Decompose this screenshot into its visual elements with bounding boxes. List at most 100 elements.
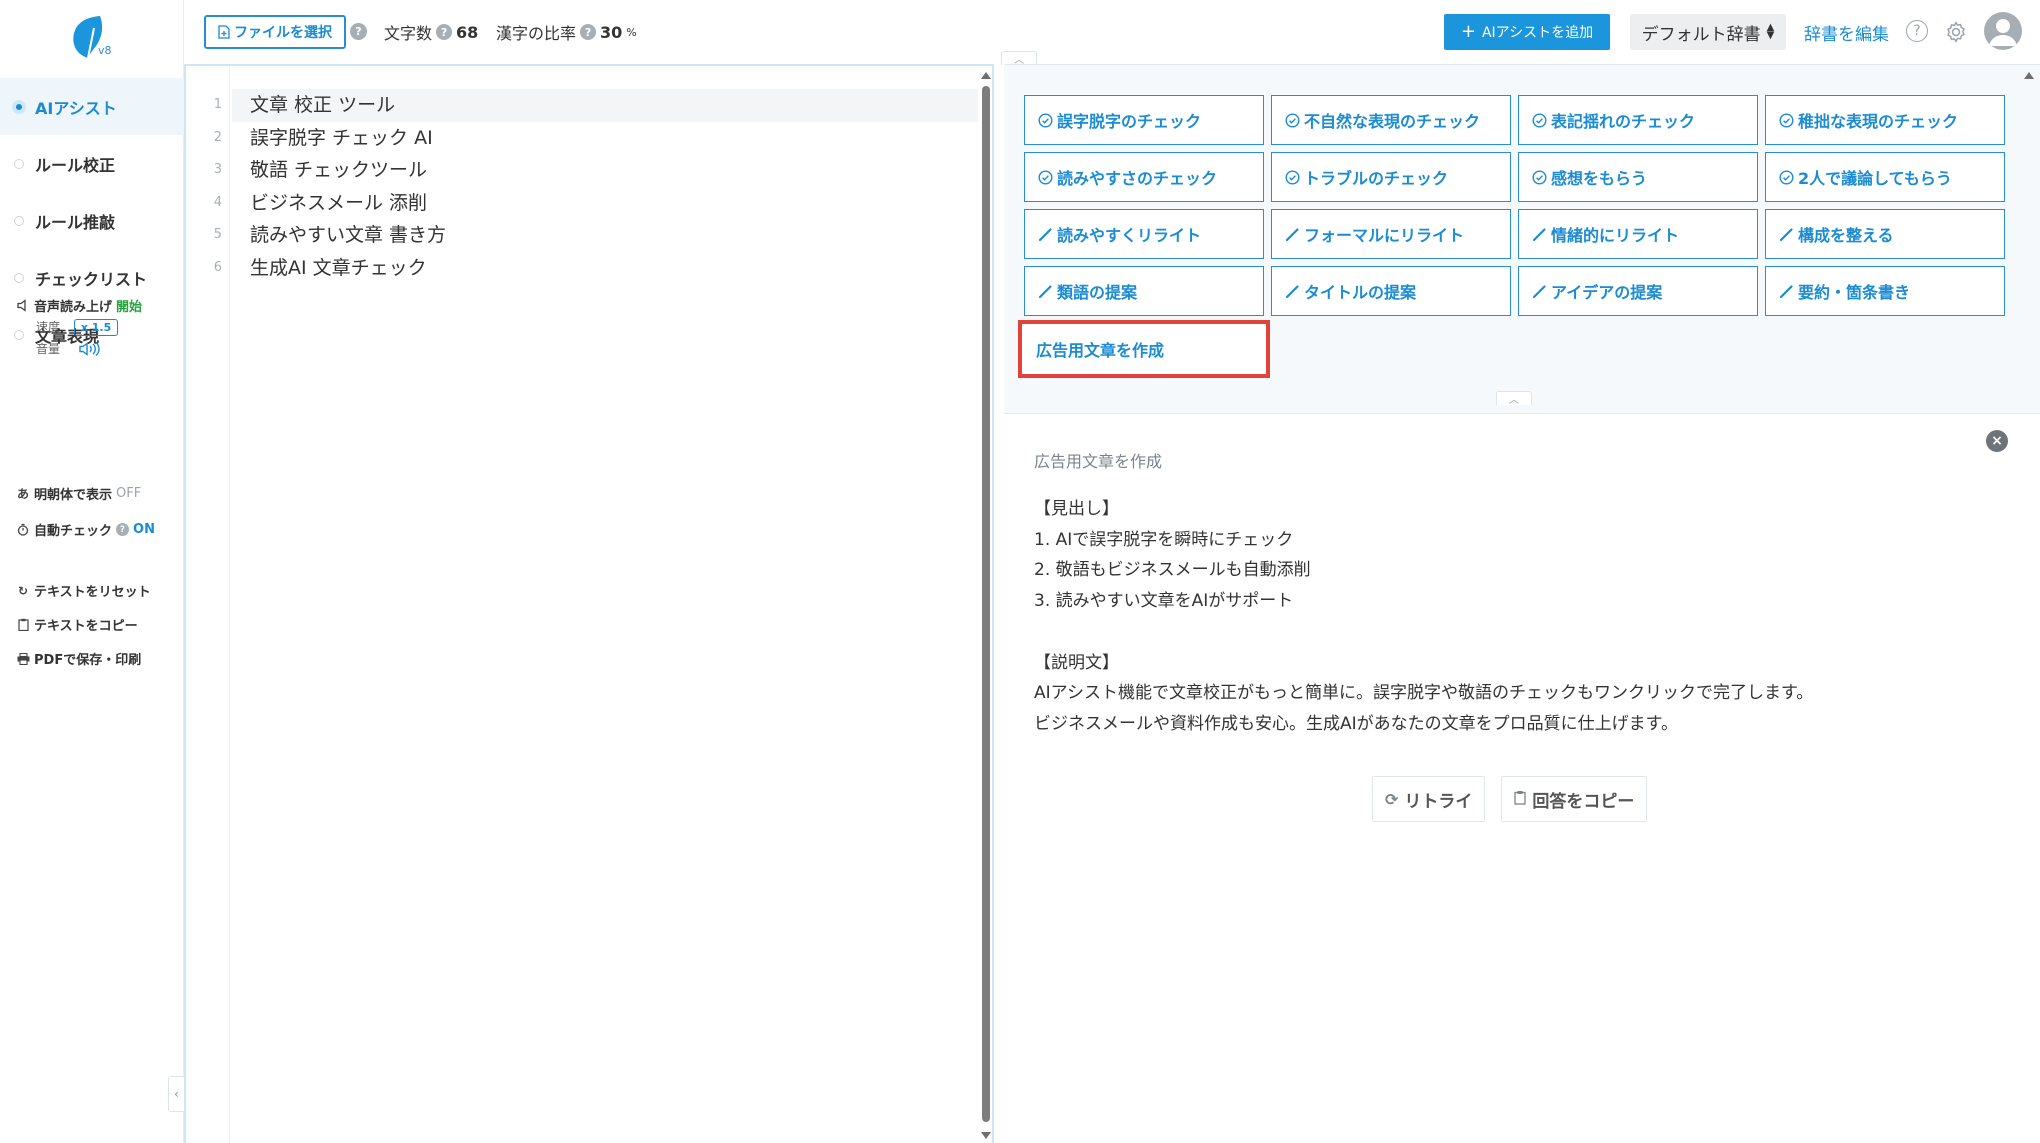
scroll-thumb[interactable] — [982, 86, 990, 1122]
reset-text-button[interactable]: ↻ テキストをリセット — [16, 581, 151, 601]
result-text: 【見出し】 1. AIで誤字脱字を瞬時にチェック 2. 敬語もビジネスメールも自動添… — [1034, 494, 1994, 740]
add-ai-assist-button[interactable]: + AIアシストを追加 — [1444, 14, 1610, 50]
sidebar-item-label: ルール校正 — [35, 155, 116, 175]
sidebar-collapse-button[interactable]: ‹ — [168, 1076, 184, 1112]
file-select-button[interactable]: ファイルを選択 — [204, 15, 346, 49]
editor-content[interactable]: 文章 校正 ツール 誤字脱字 チェック AI 敬語 チェックツール ビジネスメール 添… — [232, 89, 978, 284]
mincho-option[interactable]: あ 明朝体で表示 OFF — [16, 484, 141, 503]
line-number-gutter: 1 2 3 4 5 6 — [186, 66, 230, 1143]
reset-text-label: テキストをリセット — [34, 585, 151, 600]
file-help-icon[interactable]: ? — [350, 23, 367, 40]
scroll-up-arrow-icon[interactable] — [981, 72, 991, 79]
result-line: 2. 敬語もビジネスメールも自動添削 — [1034, 560, 1311, 581]
assist-button-label: 不自然な表現のチェック — [1304, 112, 1481, 131]
voice-start-link[interactable]: 開始 — [116, 296, 142, 315]
help-icon[interactable]: ? — [116, 523, 130, 536]
assist-button-9[interactable]: フォーマルにリライト — [1271, 209, 1511, 259]
pencil-icon — [1037, 226, 1053, 242]
speed-badge[interactable]: x 1.5 — [73, 319, 119, 336]
check-circle-icon — [1531, 112, 1547, 128]
result-line: 3. 読みやすい文章をAIがサポート — [1034, 591, 1294, 612]
editor-line[interactable]: 生成AI 文章チェック — [232, 252, 978, 285]
pdf-print-label: PDFで保存・印刷 — [34, 653, 142, 668]
sidebar-item-label: ルール推敲 — [35, 212, 116, 232]
result-title: 広告用文章を作成 — [1034, 452, 1163, 471]
ai-result-panel: 広告用文章を作成 × 【見出し】 1. AIで誤字脱字を瞬時にチェック 2. 敬語も… — [1004, 414, 2040, 1143]
assist-button-1[interactable]: 不自然な表現のチェック — [1271, 95, 1511, 145]
copy-text-button[interactable]: テキストをコピー — [16, 615, 138, 634]
char-count-label: 文字数 — [384, 24, 433, 43]
assist-panel-collapse-button[interactable]: ︿ — [1001, 51, 1037, 66]
help-icon[interactable]: ? — [1906, 20, 1928, 42]
sidebar-item-0[interactable]: AIアシスト — [0, 78, 184, 135]
assist-button-label: 要約・箇条書き — [1798, 283, 1911, 302]
editor-line[interactable]: 文章 校正 ツール — [232, 89, 978, 122]
edit-dictionary-link[interactable]: 辞書を編集 — [1804, 20, 1889, 45]
line-number: 5 — [213, 227, 222, 242]
assist-button-label: フォーマルにリライト — [1304, 226, 1465, 245]
clipboard-icon — [1514, 790, 1527, 809]
assist-button-label: 表記揺れのチェック — [1551, 112, 1696, 131]
voice-read-option[interactable]: 音声読み上げ 開始 — [16, 296, 142, 315]
char-count-help-icon[interactable]: ? — [436, 24, 453, 40]
assist-button-16[interactable]: 広告用文章を作成 — [1018, 320, 1270, 378]
sidebar-item-2[interactable]: ルール推敲 — [0, 192, 184, 249]
retry-button[interactable]: ⟳ リトライ — [1372, 776, 1486, 822]
assist-button-5[interactable]: トラブルのチェック — [1271, 152, 1511, 202]
scroll-down-arrow-icon[interactable] — [981, 1132, 991, 1139]
editor-line[interactable]: ビジネスメール 添削 — [232, 187, 978, 220]
chevron-up-icon: ︿ — [1509, 395, 1519, 406]
assist-button-label: 情緒的にリライト — [1551, 226, 1680, 245]
editor-line[interactable]: 敬語 チェックツール — [232, 154, 978, 187]
result-line — [1034, 617, 1994, 648]
logo-version: v8 — [98, 44, 112, 57]
editor-line[interactable]: 誤字脱字 チェック AI — [232, 122, 978, 155]
file-select-label: ファイルを選択 — [234, 25, 332, 41]
assist-button-15[interactable]: 要約・箇条書き — [1765, 266, 2005, 316]
auto-check-option[interactable]: 自動チェック ? ON — [16, 520, 155, 539]
pencil-icon — [1778, 283, 1794, 299]
assist-button-0[interactable]: 誤字脱字のチェック — [1024, 95, 1264, 145]
copy-text-label: テキストをコピー — [34, 619, 138, 634]
sidebar-item-1[interactable]: ルール校正 — [0, 135, 184, 192]
assist-button-12[interactable]: 類語の提案 — [1024, 266, 1264, 316]
radio-dot-icon — [14, 216, 24, 226]
assist-button-2[interactable]: 表記揺れのチェック — [1518, 95, 1758, 145]
text-editor[interactable]: 1 2 3 4 5 6 文章 校正 ツール 誤字脱字 チェック AI 敬語 チェックツール ビジ… — [184, 64, 994, 1143]
assist-button-11[interactable]: 構成を整える — [1765, 209, 2005, 259]
right-scroll-up-arrow-icon[interactable] — [2024, 72, 2034, 82]
line-number: 3 — [213, 162, 222, 177]
gear-icon[interactable] — [1944, 20, 1968, 44]
assist-button-14[interactable]: アイデアの提案 — [1518, 266, 1758, 316]
volume-icon[interactable] — [78, 341, 104, 357]
speed-label: 速度 — [36, 320, 61, 334]
assist-button-10[interactable]: 情緒的にリライト — [1518, 209, 1758, 259]
assist-button-label: 構成を整える — [1798, 226, 1894, 245]
assist-button-8[interactable]: 読みやすくリライト — [1024, 209, 1264, 259]
result-panel-collapse-button[interactable]: ︿ — [1496, 391, 1532, 406]
mincho-state[interactable]: OFF — [116, 486, 141, 501]
assist-button-13[interactable]: タイトルの提案 — [1271, 266, 1511, 316]
pdf-print-button[interactable]: PDFで保存・印刷 — [16, 649, 141, 668]
editor-scrollbar[interactable] — [978, 66, 992, 1143]
user-avatar[interactable] — [1984, 12, 2022, 50]
assist-button-3[interactable]: 稚拙な表現のチェック — [1765, 95, 2005, 145]
sidebar-item-label: チェックリスト — [35, 269, 148, 289]
dictionary-select[interactable]: デフォルト辞書 ▲ ▼ — [1630, 14, 1786, 50]
assist-button-7[interactable]: 2人で議論してもらう — [1765, 152, 2005, 202]
assist-button-4[interactable]: 読みやすさのチェック — [1024, 152, 1264, 202]
kanji-ratio-help-icon[interactable]: ? — [580, 24, 597, 40]
assist-button-label: 誤字脱字のチェック — [1057, 112, 1202, 131]
assist-button-6[interactable]: 感想をもらう — [1518, 152, 1758, 202]
close-icon[interactable]: × — [1986, 430, 2008, 452]
result-actions: ⟳ リトライ 回答をコピー — [1372, 776, 1648, 822]
auto-check-state[interactable]: ON — [133, 522, 155, 537]
check-circle-icon — [1531, 169, 1547, 185]
pencil-icon — [1778, 226, 1794, 242]
copy-answer-button[interactable]: 回答をコピー — [1501, 776, 1648, 822]
voice-read-label: 音声読み上げ — [34, 300, 113, 315]
clipboard-icon — [16, 618, 30, 632]
topbar: ファイルを選択 ? 文字数 ? 68 漢字の比率 ? 30% + AIアシストを… — [184, 0, 2040, 64]
assist-button-label: 読みやすさのチェック — [1057, 169, 1218, 188]
editor-line[interactable]: 読みやすい文章 書き方 — [232, 219, 978, 252]
